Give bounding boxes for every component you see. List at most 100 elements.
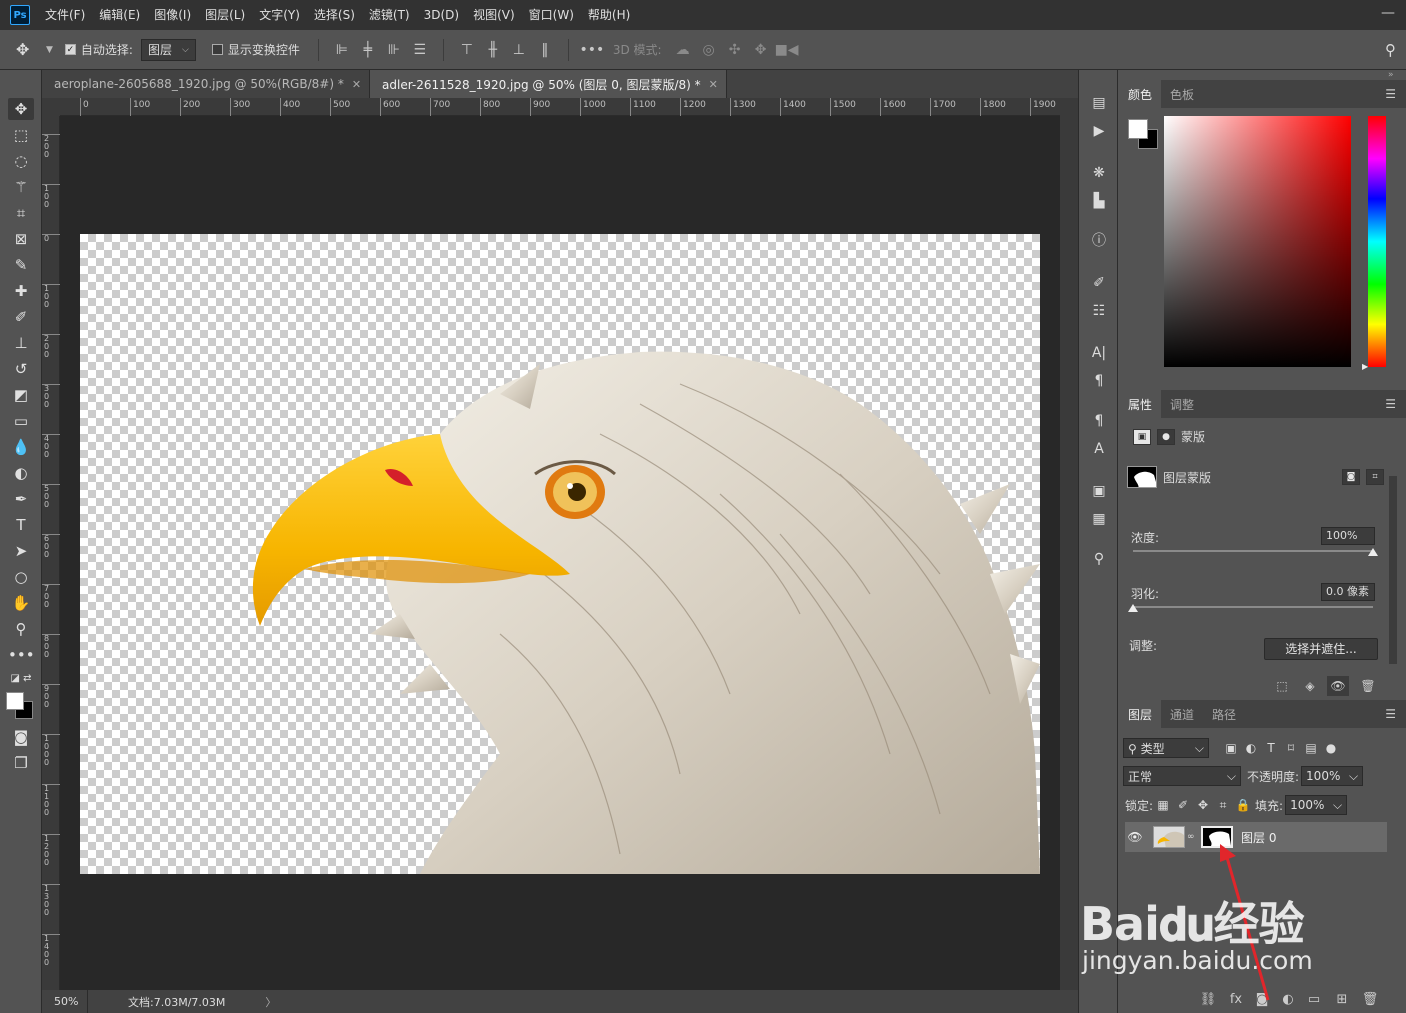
color-field[interactable] bbox=[1164, 116, 1351, 367]
history-panel-icon[interactable]: ▤ bbox=[1087, 92, 1111, 114]
character-styles-icon[interactable]: A bbox=[1087, 438, 1111, 460]
quick-mask-icon[interactable]: ◙ bbox=[8, 726, 34, 748]
document-canvas[interactable] bbox=[80, 234, 1040, 874]
menu-help[interactable]: 帮助(H) bbox=[581, 0, 637, 30]
feather-input[interactable]: 0.0 像素 bbox=[1321, 583, 1375, 601]
distribute-h-icon[interactable]: ☰ bbox=[407, 42, 433, 58]
align-top-icon[interactable]: ⊤ bbox=[454, 42, 480, 58]
tab-channels[interactable]: 通道 bbox=[1161, 700, 1203, 728]
delete-layer-icon[interactable]: 🗑 bbox=[1359, 988, 1381, 1012]
panel-menu-icon[interactable]: ☰ bbox=[1385, 707, 1396, 721]
adjustments-icon[interactable]: ☷ bbox=[1087, 300, 1111, 322]
canvas-vertical-scrollbar[interactable] bbox=[1060, 98, 1078, 990]
menu-file[interactable]: 文件(F) bbox=[38, 0, 92, 30]
marquee-tool-icon[interactable]: ⬚ bbox=[8, 124, 34, 146]
align-center-h-icon[interactable]: ╪ bbox=[355, 42, 381, 58]
healing-tool-icon[interactable]: ✚ bbox=[8, 280, 34, 302]
tool-presets-icon[interactable]: ✐ bbox=[1087, 272, 1111, 294]
brush-tool-icon[interactable]: ✐ bbox=[8, 306, 34, 328]
move-tool-icon[interactable]: ✥ bbox=[8, 98, 34, 120]
screen-mode-icon[interactable]: ❐ bbox=[8, 752, 34, 774]
3d-roll-icon[interactable]: ◎ bbox=[696, 42, 722, 58]
foreground-color-swatch[interactable] bbox=[1128, 119, 1148, 139]
filter-toggle-icon[interactable]: ● bbox=[1321, 741, 1341, 755]
search-icon[interactable]: ⚲ bbox=[1385, 41, 1396, 59]
eraser-tool-icon[interactable]: ◩ bbox=[8, 384, 34, 406]
brushes-panel-icon[interactable]: ▙ bbox=[1087, 190, 1111, 212]
filter-shape-icon[interactable]: ⌑ bbox=[1281, 741, 1301, 755]
visibility-eye-icon[interactable]: 👁 bbox=[1125, 830, 1145, 844]
paragraph-styles-icon[interactable]: ¶ bbox=[1087, 410, 1111, 432]
type-tool-icon[interactable]: T bbox=[8, 514, 34, 536]
foreground-color-swatch[interactable] bbox=[6, 692, 24, 710]
filter-smart-object-icon[interactable]: ▤ bbox=[1301, 741, 1321, 755]
auto-select-checkbox[interactable]: ✓ bbox=[64, 44, 76, 55]
filter-pixel-icon[interactable]: ▣ bbox=[1221, 741, 1241, 755]
clone-stamp-tool-icon[interactable]: ⊥ bbox=[8, 332, 34, 354]
tab-color[interactable]: 颜色 bbox=[1119, 80, 1162, 108]
feather-slider-track[interactable] bbox=[1133, 606, 1373, 608]
tab-aeroplane[interactable]: aeroplane-2605688_1920.jpg @ 50%(RGB/8#)… bbox=[42, 70, 371, 98]
panel-menu-icon[interactable]: ☰ bbox=[1385, 397, 1396, 411]
fill-input[interactable]: 100% ⌵ bbox=[1285, 795, 1348, 815]
character-panel-icon[interactable]: A| bbox=[1087, 342, 1111, 364]
menu-image[interactable]: 图像(I) bbox=[147, 0, 198, 30]
magic-wand-tool-icon[interactable]: ⚚ bbox=[8, 176, 34, 198]
close-icon[interactable]: ✕ bbox=[709, 78, 718, 91]
dodge-tool-icon[interactable]: ◐ bbox=[8, 462, 34, 484]
tab-swatches[interactable]: 色板 bbox=[1161, 80, 1203, 108]
learn-icon[interactable]: ⚲ bbox=[1087, 548, 1111, 570]
swap-colors-icon[interactable]: ◪ ⇄ bbox=[8, 668, 34, 690]
menu-edit[interactable]: 编辑(E) bbox=[92, 0, 147, 30]
apply-mask-icon[interactable]: ◈ bbox=[1299, 676, 1321, 696]
history-brush-tool-icon[interactable]: ↺ bbox=[8, 358, 34, 380]
density-slider-handle[interactable] bbox=[1368, 548, 1378, 556]
distribute-v-icon[interactable]: ‖ bbox=[532, 42, 558, 58]
more-options-icon[interactable]: ••• bbox=[579, 42, 605, 58]
chevron-down-icon[interactable]: ▼ bbox=[46, 45, 53, 55]
hue-marker-icon[interactable]: ▶ bbox=[1362, 362, 1368, 371]
align-left-icon[interactable]: ⊫ bbox=[329, 42, 355, 58]
add-vector-mask-icon[interactable]: ⌗ bbox=[1366, 469, 1384, 485]
toggle-mask-visibility-icon[interactable]: 👁 bbox=[1327, 676, 1349, 696]
layer-mask-icon[interactable]: ● bbox=[1157, 428, 1175, 445]
gradient-tool-icon[interactable]: ▭ bbox=[8, 410, 34, 432]
align-middle-v-icon[interactable]: ╫ bbox=[480, 42, 506, 58]
select-and-mask-button[interactable]: 选择并遮住... bbox=[1264, 638, 1378, 660]
crop-tool-icon[interactable]: ⌗ bbox=[8, 202, 34, 224]
actions-panel-icon[interactable]: ▶ bbox=[1087, 120, 1111, 142]
pixel-layer-icon[interactable]: ▣ bbox=[1133, 428, 1151, 445]
eyedropper-tool-icon[interactable]: ✎ bbox=[8, 254, 34, 276]
layer-thumbnail[interactable] bbox=[1153, 826, 1185, 848]
expand-panels-icon[interactable]: » bbox=[1388, 70, 1394, 80]
select-pixel-mask-icon[interactable]: ◙ bbox=[1342, 469, 1360, 485]
hue-slider[interactable] bbox=[1368, 116, 1386, 367]
paragraph-panel-icon[interactable]: ¶ bbox=[1087, 370, 1111, 392]
density-input[interactable]: 100% bbox=[1321, 527, 1375, 545]
new-group-icon[interactable]: ▭ bbox=[1303, 988, 1325, 1012]
ellipse-tool-icon[interactable]: ○ bbox=[8, 566, 34, 588]
hand-tool-icon[interactable]: ✋ bbox=[8, 592, 34, 614]
zoom-tool-icon[interactable]: ⚲ bbox=[8, 618, 34, 640]
lock-position-icon[interactable]: ✥ bbox=[1193, 798, 1213, 812]
filter-adjustment-icon[interactable]: ◐ bbox=[1241, 741, 1261, 755]
canvas-workspace[interactable] bbox=[60, 116, 1060, 990]
filter-type-icon[interactable]: T bbox=[1261, 741, 1281, 755]
density-slider-track[interactable] bbox=[1133, 550, 1373, 552]
auto-select-target-dropdown[interactable]: 图层 ⌵ bbox=[140, 38, 196, 61]
panel-menu-icon[interactable]: ☰ bbox=[1385, 87, 1396, 101]
properties-scrollbar[interactable] bbox=[1389, 476, 1397, 664]
blend-mode-dropdown[interactable]: 正常 ⌵ bbox=[1123, 766, 1241, 786]
lock-transparent-icon[interactable]: ▦ bbox=[1153, 798, 1173, 812]
lock-artboard-icon[interactable]: ⌗ bbox=[1213, 798, 1233, 813]
3d-orbit-icon[interactable]: ☁ bbox=[670, 42, 696, 58]
edit-toolbar-icon[interactable]: ••• bbox=[8, 644, 35, 666]
mask-link-icon[interactable]: ∞ bbox=[1187, 832, 1195, 842]
menu-view[interactable]: 视图(V) bbox=[466, 0, 522, 30]
tab-adjustments[interactable]: 调整 bbox=[1161, 390, 1203, 418]
load-selection-icon[interactable]: ⬚ bbox=[1271, 676, 1293, 696]
minimize-button[interactable]: — bbox=[1380, 6, 1396, 22]
close-icon[interactable]: ✕ bbox=[352, 78, 361, 91]
horizontal-ruler[interactable]: 0 100 200 300 400 500 600 700 800 900 1000 1100 1200… bbox=[60, 98, 1060, 116]
libraries-icon[interactable]: ▣ bbox=[1087, 480, 1111, 502]
